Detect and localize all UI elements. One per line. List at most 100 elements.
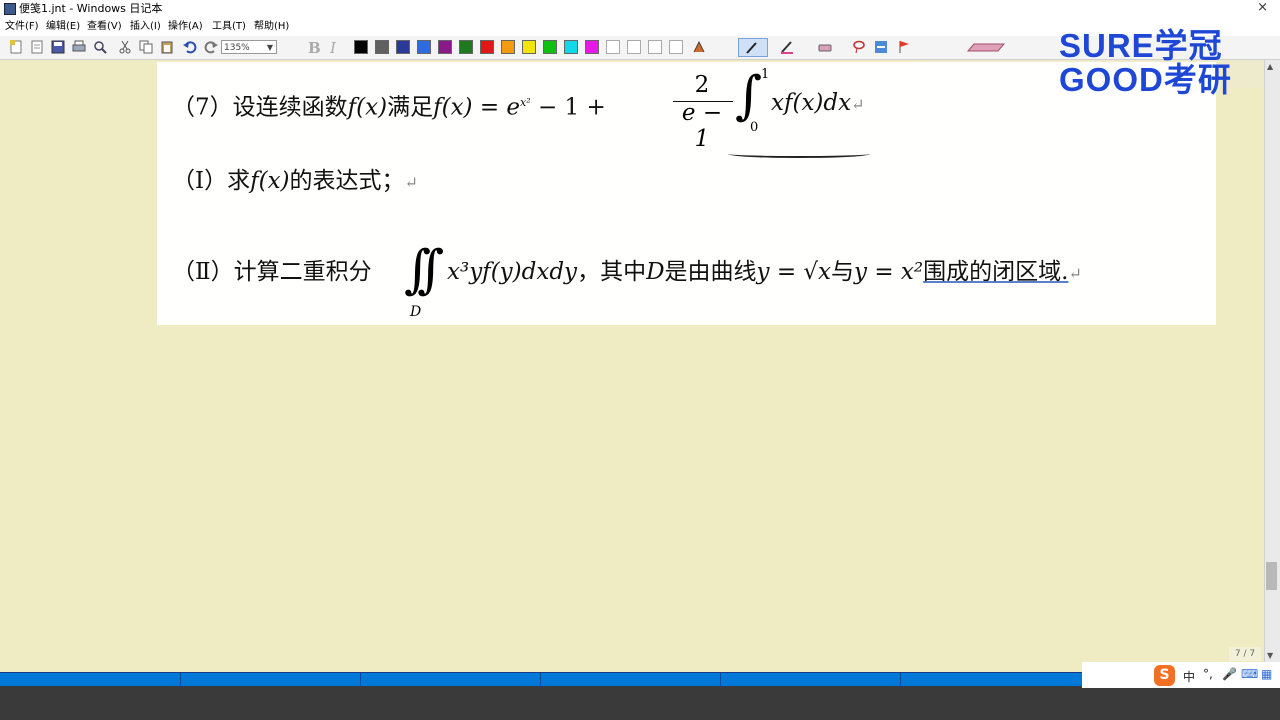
double-integral-region: D xyxy=(410,304,422,320)
undo-icon[interactable] xyxy=(183,40,197,54)
pen-color-swatch[interactable] xyxy=(648,40,662,54)
sure-good-logo: SURE学冠 GOOD考研 xyxy=(1056,19,1256,98)
scrollbar-thumb[interactable] xyxy=(1266,562,1277,590)
q7-rest: − 1 + xyxy=(530,94,606,121)
q7-mid: 满足 xyxy=(387,94,434,121)
pen-tool-button[interactable] xyxy=(738,38,768,57)
paste-icon[interactable] xyxy=(160,40,174,54)
lasso-icon[interactable] xyxy=(852,40,866,54)
part2-and: 与 xyxy=(831,259,855,285)
pen-color-swatch[interactable] xyxy=(375,40,389,54)
page-indicator: 7 / 7 xyxy=(1229,647,1261,661)
ime-punctuation-button[interactable]: °, xyxy=(1203,667,1213,681)
save-icon[interactable] xyxy=(51,40,65,54)
return-mark: ↵ xyxy=(404,173,418,192)
window-title: 便笺1.jnt - Windows 日记本 xyxy=(19,2,163,15)
integral-sign: ∫ xyxy=(735,66,763,126)
question-7-line: （7）设连续函数f(x)满足f(x) = ex² − 1 + xyxy=(172,89,606,122)
eraser-large-icon[interactable] xyxy=(966,43,1006,53)
new-note-icon[interactable] xyxy=(9,40,23,54)
double-integral-sign: ∫∫ xyxy=(404,240,444,300)
part2-mid: ，其中 xyxy=(577,259,647,285)
part2-eq2: y = x² xyxy=(854,259,924,285)
eraser-icon[interactable] xyxy=(818,40,832,54)
pen-color-swatch[interactable] xyxy=(606,40,620,54)
pen-color-swatch[interactable] xyxy=(417,40,431,54)
menu-file[interactable]: 文件(F) xyxy=(5,21,39,33)
highlighter-icon[interactable] xyxy=(780,40,794,54)
pen-color-swatch[interactable] xyxy=(669,40,683,54)
sogou-ime-icon[interactable]: S xyxy=(1154,665,1175,686)
q7-label: （7）设连续函数 xyxy=(172,94,348,121)
return-mark: ↵ xyxy=(851,95,865,114)
cut-icon[interactable] xyxy=(118,40,132,54)
bold-button[interactable]: B xyxy=(308,39,321,57)
ime-menu-icon[interactable]: ▦ xyxy=(1261,667,1272,681)
journal-app-icon xyxy=(4,3,16,15)
part2-D: D xyxy=(646,259,665,285)
pen-icon xyxy=(746,42,757,54)
pen-color-swatch[interactable] xyxy=(543,40,557,54)
ime-chinese-mode-button[interactable]: 中 xyxy=(1183,668,1195,685)
fraction-denominator: e − 1 xyxy=(681,100,723,152)
menu-edit[interactable]: 编辑(E) xyxy=(46,21,80,33)
fraction: 2 e − 1 xyxy=(671,72,733,152)
menu-tools[interactable]: 工具(T) xyxy=(212,21,246,33)
taskbar-divider xyxy=(360,673,361,687)
find-icon[interactable] xyxy=(93,40,107,54)
desktop-bottom-strip xyxy=(0,688,1280,720)
italic-button[interactable]: I xyxy=(330,39,336,57)
part2-eq1: y = √x xyxy=(756,259,832,285)
scroll-down-icon[interactable]: ▼ xyxy=(1267,651,1273,660)
pen-color-swatch[interactable] xyxy=(501,40,515,54)
q7-eq: = e xyxy=(472,94,521,121)
part2-label: （Ⅱ）计算二重积分 xyxy=(172,259,372,285)
taskbar-divider xyxy=(180,673,181,687)
part1-rest: 的表达式； xyxy=(289,168,405,194)
part-1-line: （Ⅰ）求f(x)的表达式；↵ xyxy=(172,167,418,197)
menu-insert[interactable]: 插入(I) xyxy=(130,21,161,33)
pen-color-swatch[interactable] xyxy=(480,40,494,54)
pen-color-swatch[interactable] xyxy=(396,40,410,54)
flag-icon[interactable] xyxy=(897,40,911,54)
copy-icon[interactable] xyxy=(139,40,153,54)
menu-actions[interactable]: 操作(A) xyxy=(168,21,203,33)
chevron-down-icon: ▼ xyxy=(266,43,273,52)
zoom-value: 135% xyxy=(224,43,250,53)
pen-color-swatch[interactable] xyxy=(585,40,599,54)
print-icon[interactable] xyxy=(72,40,86,54)
open-icon[interactable] xyxy=(30,40,44,54)
scroll-up-icon[interactable]: ▲ xyxy=(1267,62,1273,71)
q7-fx: f(x) xyxy=(347,94,388,121)
taskbar-divider xyxy=(540,673,541,687)
integral-upper-limit: 1 xyxy=(761,67,770,82)
q7-exponent: x² xyxy=(520,96,531,109)
q7-fx-2: f(x) xyxy=(433,94,473,121)
part1-label: （Ⅰ）求 xyxy=(172,168,251,194)
part-2-line: x³yf(y)dxdy，其中D是由曲线y = √x与y = x²围成的闭区域.↵ xyxy=(447,258,1082,288)
redo-icon[interactable] xyxy=(204,40,218,54)
pen-color-swatch[interactable] xyxy=(627,40,641,54)
menu-help[interactable]: 帮助(H) xyxy=(254,21,289,33)
part2-integrand: x³yf(y)dxdy xyxy=(447,259,578,285)
pen-color-swatch[interactable] xyxy=(522,40,536,54)
pen-color-swatch[interactable] xyxy=(564,40,578,54)
pen-color-swatch[interactable] xyxy=(459,40,473,54)
pen-style-icon[interactable] xyxy=(692,40,706,54)
integrand: xf(x)dx xyxy=(771,90,852,116)
menu-view[interactable]: 查看(V) xyxy=(87,21,122,33)
fraction-numerator: 2 xyxy=(694,72,710,98)
fraction-bar xyxy=(673,101,733,102)
taskbar xyxy=(0,672,1082,687)
pen-color-swatch[interactable] xyxy=(438,40,452,54)
pen-color-swatch[interactable] xyxy=(354,40,368,54)
keyboard-icon[interactable]: ⌨ xyxy=(1241,667,1258,681)
zoom-select[interactable]: 135% ▼ xyxy=(221,40,277,54)
close-icon[interactable]: × xyxy=(1257,1,1268,15)
handwritten-underline xyxy=(728,150,870,158)
part2-text: 是由曲线 xyxy=(664,259,757,285)
insert-space-icon[interactable] xyxy=(874,40,888,54)
integrand-line: xf(x)dx↵ xyxy=(771,89,865,119)
part2-end: 围成的闭区域. xyxy=(923,259,1069,285)
microphone-icon[interactable]: 🎤 xyxy=(1222,667,1237,681)
